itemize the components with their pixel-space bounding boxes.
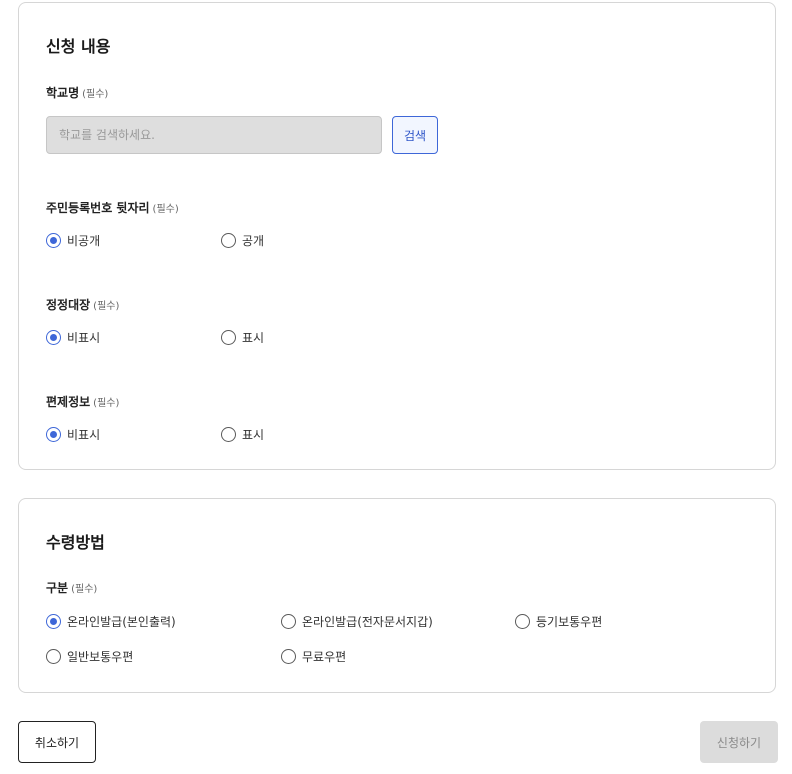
compilation-info-label: 편제정보 (필수) <box>46 393 119 410</box>
application-details-card: 신청 내용 학교명(필수) 검색 주민등록번호 뒷자리(필수) 비공개 공개 정… <box>18 2 776 470</box>
receipt-method-title: 수령방법 <box>46 533 105 552</box>
category-label-text: 구분 <box>46 581 69 595</box>
school-search-button[interactable]: 검색 <box>392 116 438 154</box>
radio-label: 표시 <box>242 428 265 442</box>
radio-resident-private[interactable]: 비공개 <box>46 232 100 249</box>
required-marker: (필수) <box>152 204 179 215</box>
radio-checked-icon <box>46 233 61 248</box>
required-marker: (필수) <box>93 398 120 409</box>
radio-label: 온라인발급(전자문서지갑) <box>302 615 433 629</box>
radio-unchecked-icon <box>221 330 236 345</box>
radio-registered-mail[interactable]: 등기보통우편 <box>515 613 602 630</box>
application-details-title: 신청 내용 <box>46 37 111 56</box>
radio-unchecked-icon <box>46 649 61 664</box>
category-label: 구분 (필수) <box>46 579 97 596</box>
radio-unchecked-icon <box>221 233 236 248</box>
radio-unchecked-icon <box>281 649 296 664</box>
radio-label: 표시 <box>242 331 265 345</box>
cancel-button[interactable]: 취소하기 <box>18 721 96 763</box>
radio-compilation-hide[interactable]: 비표시 <box>46 426 100 443</box>
radio-regular-mail[interactable]: 일반보통우편 <box>46 648 133 665</box>
school-name-label-text: 학교명 <box>46 86 80 100</box>
radio-unchecked-icon <box>221 427 236 442</box>
correction-ledger-label: 정정대장 (필수) <box>46 296 119 313</box>
radio-correction-hide[interactable]: 비표시 <box>46 329 100 346</box>
radio-label: 공개 <box>242 234 265 248</box>
radio-unchecked-icon <box>515 614 530 629</box>
correction-ledger-label-text: 정정대장 <box>46 298 91 312</box>
compilation-info-label-text: 편제정보 <box>46 395 91 409</box>
school-search-input[interactable] <box>46 116 382 154</box>
radio-checked-icon <box>46 330 61 345</box>
radio-label: 등기보통우편 <box>536 615 603 629</box>
required-marker: (필수) <box>82 89 109 100</box>
radio-unchecked-icon <box>281 614 296 629</box>
radio-label: 비표시 <box>67 331 101 345</box>
radio-label: 비공개 <box>67 234 101 248</box>
resident-number-label-text: 주민등록번호 뒷자리 <box>46 201 150 215</box>
radio-online-e-wallet[interactable]: 온라인발급(전자문서지갑) <box>281 613 433 630</box>
radio-label: 일반보통우편 <box>67 650 134 664</box>
submit-button[interactable]: 신청하기 <box>700 721 778 763</box>
radio-free-mail[interactable]: 무료우편 <box>281 648 346 665</box>
radio-correction-show[interactable]: 표시 <box>221 329 264 346</box>
radio-online-self-print[interactable]: 온라인발급(본인출력) <box>46 613 176 630</box>
radio-label: 무료우편 <box>302 650 347 664</box>
required-marker: (필수) <box>93 301 120 312</box>
school-name-label: 학교명 (필수) <box>46 84 108 101</box>
required-marker: (필수) <box>71 584 98 595</box>
radio-label: 온라인발급(본인출력) <box>67 615 176 629</box>
radio-checked-icon <box>46 614 61 629</box>
radio-resident-public[interactable]: 공개 <box>221 232 264 249</box>
radio-label: 비표시 <box>67 428 101 442</box>
radio-checked-icon <box>46 427 61 442</box>
receipt-method-card: 수령방법 구분 (필수) 온라인발급(본인출력) 온라인발급(전자문서지갑) 등기… <box>18 498 776 693</box>
resident-number-label: 주민등록번호 뒷자리 (필수) <box>46 199 179 216</box>
radio-compilation-show[interactable]: 표시 <box>221 426 264 443</box>
